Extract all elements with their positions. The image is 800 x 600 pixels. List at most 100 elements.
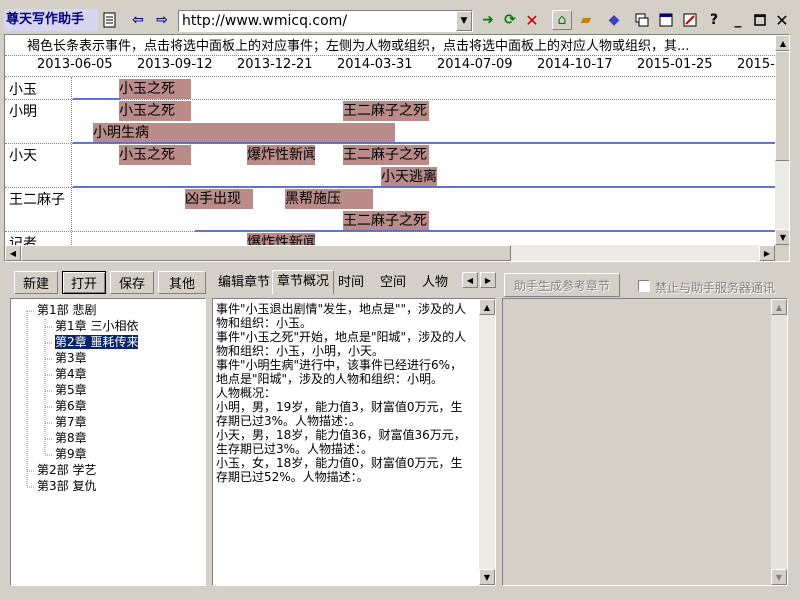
- event-bar[interactable]: 爆炸性新闻: [247, 233, 315, 245]
- open-button[interactable]: 打开: [62, 271, 106, 294]
- tree-node-chapter2-selected[interactable]: 第2章 噩耗传来: [55, 335, 139, 350]
- disable-server-checkbox[interactable]: [638, 280, 650, 292]
- tree-node-label: 第3章: [55, 351, 87, 365]
- tree-node-chapter7[interactable]: 第7章: [55, 415, 87, 430]
- scroll-corner: [775, 245, 789, 261]
- tree-node-label: 第7章: [55, 415, 87, 429]
- list-window-icon[interactable]: [656, 10, 676, 30]
- timeline-description: 褐色长条表示事件，点击将选中面板上的对应事件；左侧为人物或组织，点击将选中面板上…: [27, 39, 690, 54]
- tree-node-part2[interactable]: 第2部 学艺: [37, 463, 96, 478]
- save-button[interactable]: 保存: [110, 271, 154, 294]
- event-bar[interactable]: 小玉之死: [119, 145, 191, 165]
- app-title: 尊天写作助手: [4, 9, 98, 31]
- scroll-right-icon[interactable]: ▶: [759, 245, 775, 261]
- scroll-down-icon[interactable]: ▼: [479, 569, 495, 585]
- grid-line: [5, 187, 775, 188]
- tree-node-chapter9[interactable]: 第9章: [55, 447, 87, 462]
- event-bar[interactable]: 小明生病: [93, 123, 395, 143]
- refresh-icon[interactable]: ⟳: [500, 10, 520, 30]
- folder-open-icon[interactable]: ▰: [576, 10, 596, 30]
- row-label-xiaotian[interactable]: 小天: [9, 145, 37, 165]
- stop-icon[interactable]: ✕: [522, 10, 542, 30]
- text-vertical-scrollbar[interactable]: ▲ ▼: [479, 299, 495, 585]
- event-bar[interactable]: 黑帮施压: [285, 189, 373, 209]
- close-icon[interactable]: ✕: [772, 10, 792, 30]
- tree-node-chapter4[interactable]: 第4章: [55, 367, 87, 382]
- edit-window-icon[interactable]: [680, 10, 700, 30]
- date-label: 2013-09-12: [137, 57, 213, 72]
- scroll-thumb[interactable]: [21, 245, 511, 261]
- scroll-up-icon[interactable]: ▲: [771, 299, 787, 315]
- new-button[interactable]: 新建: [14, 271, 58, 294]
- tab-space[interactable]: 空间: [376, 272, 410, 294]
- scroll-down-icon[interactable]: ▼: [775, 229, 789, 245]
- go-arrow-icon[interactable]: ➜: [478, 10, 498, 30]
- tab-scroll-right-icon[interactable]: ▶: [480, 272, 496, 288]
- scroll-left-icon[interactable]: ◀: [5, 245, 21, 261]
- timeline-horizontal-scrollbar[interactable]: ◀ ▶: [5, 245, 775, 261]
- tree-node-label: 第3部 复仇: [37, 479, 97, 493]
- date-label: 2013-12-21: [237, 57, 313, 72]
- forward-arrow-icon[interactable]: ⇨: [152, 10, 172, 30]
- assistant-vertical-scrollbar[interactable]: ▲ ▼: [771, 299, 787, 585]
- maximize-icon[interactable]: [750, 10, 770, 30]
- scroll-down-icon[interactable]: ▼: [771, 569, 787, 585]
- tab-edit-chapter[interactable]: 编辑章节: [214, 272, 274, 294]
- tab-scroll-left-icon[interactable]: ◀: [462, 272, 478, 288]
- tab-chapter-overview[interactable]: 章节概况: [272, 270, 335, 294]
- grid-line: [5, 231, 775, 232]
- assistant-output-panel[interactable]: ▲ ▼: [502, 298, 788, 586]
- scroll-up-icon[interactable]: ▲: [775, 35, 789, 51]
- tree-node-label: 第4章: [55, 367, 87, 381]
- other-button[interactable]: 其他: [158, 271, 206, 294]
- tree-node-chapter6[interactable]: 第6章: [55, 399, 87, 414]
- tab-time[interactable]: 时间: [334, 272, 368, 294]
- event-bar[interactable]: 王二麻子之死: [343, 101, 429, 121]
- tab-characters[interactable]: 人物: [418, 272, 452, 294]
- grid-line: [5, 99, 775, 100]
- row-label-wangermazi[interactable]: 王二麻子: [9, 189, 65, 209]
- tree-node-part3[interactable]: 第3部 复仇: [37, 479, 96, 494]
- document-icon[interactable]: [100, 10, 120, 30]
- tree-node-chapter1[interactable]: 第1章 三小相依: [55, 319, 138, 334]
- date-label: 2014-03-31: [337, 57, 413, 72]
- tree-node-label: 第8章: [55, 431, 87, 445]
- timeline-panel[interactable]: 褐色长条表示事件，点击将选中面板上的对应事件；左侧为人物或组织，点击将选中面板上…: [4, 34, 790, 262]
- timeline-vertical-scrollbar[interactable]: ▲ ▼: [775, 35, 789, 245]
- url-dropdown-button[interactable]: ▼: [456, 11, 472, 31]
- event-bar[interactable]: 爆炸性新闻: [247, 145, 315, 165]
- back-arrow-icon[interactable]: ⇦: [128, 10, 148, 30]
- tree-node-chapter8[interactable]: 第8章: [55, 431, 87, 446]
- minimize-icon[interactable]: _: [728, 10, 748, 30]
- event-bar[interactable]: 王二麻子之死: [343, 211, 429, 231]
- event-bar[interactable]: 小玉之死: [119, 79, 191, 99]
- tree-node-chapter3[interactable]: 第3章: [55, 351, 87, 366]
- scroll-up-icon[interactable]: ▲: [479, 299, 495, 315]
- url-input[interactable]: http://www.wmicq.com/ ▼: [178, 10, 473, 32]
- tree-node-label: 第9章: [55, 447, 87, 461]
- scroll-thumb[interactable]: [775, 51, 789, 161]
- row-label-xiaoyu[interactable]: 小玉: [9, 79, 37, 99]
- chapter-overview-text[interactable]: 事件"小玉退出剧情"发生，地点是""，涉及的人物和组织：小玉。 事件"小玉之死"…: [212, 298, 496, 586]
- tree-node-label: 第2章 噩耗传来: [55, 335, 139, 349]
- row-label-xiaoming[interactable]: 小明: [9, 101, 37, 121]
- tree-node-label: 第2部 学艺: [37, 463, 97, 477]
- event-bar[interactable]: 小天逃离: [381, 167, 437, 187]
- tree-node-part1[interactable]: 第1部 悲剧: [37, 303, 96, 318]
- home-icon[interactable]: ⌂: [552, 10, 572, 30]
- disable-server-label: 禁止与助手服务器通讯: [655, 281, 776, 295]
- windows-icon[interactable]: [632, 10, 652, 30]
- event-bar[interactable]: 凶手出现: [185, 189, 253, 209]
- chapter-tree[interactable]: 第1部 悲剧 第1章 三小相依 第2章 噩耗传来 第3章 第4章 第5章 第6章…: [10, 298, 206, 586]
- event-bar[interactable]: 小玉之死: [119, 101, 191, 121]
- date-label: 2015-01-25: [637, 57, 713, 72]
- tree-node-label: 第1部 悲剧: [37, 303, 97, 317]
- event-bar[interactable]: 王二麻子之死: [343, 145, 429, 165]
- tree-node-chapter5[interactable]: 第5章: [55, 383, 87, 398]
- tree-node-label: 第6章: [55, 399, 87, 413]
- export-icon[interactable]: ◆: [604, 10, 624, 30]
- url-text: http://www.wmicq.com/: [182, 13, 348, 29]
- label-column-divider: [71, 77, 72, 245]
- help-icon[interactable]: ?: [704, 10, 724, 30]
- assistant-generate-button[interactable]: 助手生成参考章节: [504, 273, 620, 297]
